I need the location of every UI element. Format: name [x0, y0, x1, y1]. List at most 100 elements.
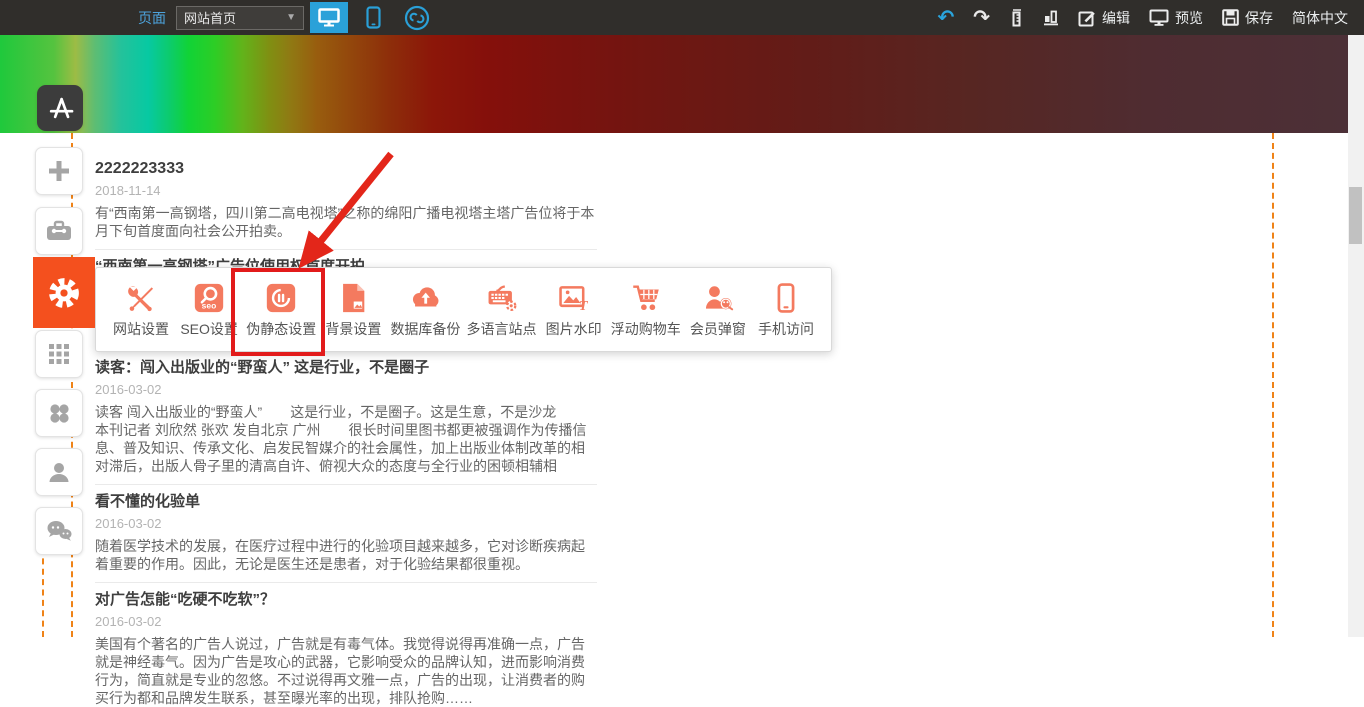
divider — [95, 249, 597, 250]
sidebar-item-user[interactable] — [35, 448, 83, 496]
news-list: 2222223333 2018-11-14 有“西南第一高钢塔，四川第二高电视塔… — [95, 133, 597, 707]
menu-item-pseudo-static-settings[interactable]: 伪静态设置 — [246, 281, 316, 339]
svg-text:T: T — [579, 298, 589, 314]
divider — [95, 484, 597, 485]
save-label: 保存 — [1245, 8, 1273, 28]
article-title[interactable]: 对广告怎能“吃硬不吃软”？ — [95, 591, 597, 608]
save-floppy-icon — [1222, 9, 1239, 26]
preview-button[interactable]: 预览 — [1149, 8, 1203, 28]
article-date: 2018-11-14 — [95, 183, 597, 198]
sidebar-item-messages[interactable] — [35, 507, 83, 555]
seo-search-icon: seo — [192, 281, 226, 315]
menu-item-label: SEO设置 — [180, 319, 238, 339]
menu-item-label: 伪静态设置 — [246, 319, 316, 339]
scrollbar-thumb[interactable] — [1349, 187, 1362, 244]
article-title[interactable]: 2222223333 — [95, 160, 597, 177]
article-summary: 有“西南第一高钢塔，四川第二高电视塔”之称的绵阳广播电视塔主塔广告位将于本月下旬… — [95, 204, 597, 240]
desktop-icon — [318, 8, 340, 27]
sidebar-item-add[interactable] — [35, 147, 83, 195]
menu-item-mobile-access[interactable]: 手机访问 — [755, 281, 817, 339]
tools-icon — [124, 281, 158, 315]
preview-label: 预览 — [1175, 8, 1203, 28]
mobile-view-button[interactable] — [354, 2, 392, 33]
undo-button[interactable]: ↶ — [937, 8, 954, 28]
layout-guide-left-inner — [42, 548, 44, 637]
menu-item-floating-cart[interactable]: 浮动购物车 — [611, 281, 681, 339]
edit-pencil-icon — [1078, 9, 1096, 27]
ruler-button[interactable] — [1009, 9, 1024, 27]
user-icon — [45, 458, 73, 486]
desktop-view-button[interactable] — [310, 2, 348, 33]
cart-icon — [629, 281, 663, 315]
menu-item-label: 背景设置 — [325, 319, 381, 339]
messages-chat-icon — [44, 518, 74, 544]
article: 对广告怎能“吃硬不吃软”？ 2016-03-02 美国有个著名的广告人说过，广告… — [95, 591, 597, 707]
edit-label: 编辑 — [1102, 8, 1130, 28]
menu-item-label: 多语言站点 — [467, 319, 537, 339]
sidebar-item-components[interactable] — [35, 389, 83, 437]
language-switcher[interactable]: 简体中文 — [1292, 8, 1348, 28]
article: 2222223333 2018-11-14 有“西南第一高钢塔，四川第二高电视塔… — [95, 160, 597, 250]
menu-item-label: 手机访问 — [758, 319, 814, 339]
menu-item-multilanguage-site[interactable]: 多语言站点 — [467, 281, 537, 339]
sidebar-item-app-logo[interactable] — [37, 85, 83, 131]
components-clover-icon — [46, 400, 73, 427]
link-icon — [403, 4, 431, 32]
save-button[interactable]: 保存 — [1222, 8, 1273, 28]
sidebar-item-settings[interactable] — [33, 257, 95, 328]
link-button[interactable] — [398, 2, 436, 33]
article-date: 2016-03-02 — [95, 516, 597, 531]
image-watermark-icon: T — [557, 281, 591, 315]
top-toolbar: 页面 网站首页 ▼ ↶ — [0, 0, 1364, 35]
mobile-icon — [366, 6, 381, 29]
ruler-icon — [1009, 9, 1024, 27]
mobile-access-icon — [769, 281, 803, 315]
menu-item-site-settings[interactable]: 网站设置 — [110, 281, 172, 339]
menu-item-label: 浮动购物车 — [611, 319, 681, 339]
cloud-backup-icon — [408, 281, 442, 315]
page-select[interactable]: 网站首页 ▼ — [176, 6, 304, 30]
member-popup-icon — [701, 281, 735, 315]
article-summary: 读客 闯入出版业的“野蛮人” 这是行业，不是圈子。这是生意，不是沙龙 本刊记者 … — [95, 403, 597, 475]
menu-item-database-backup[interactable]: 数据库备份 — [390, 281, 460, 339]
layout-guide-right — [1272, 133, 1274, 637]
toolbox-icon — [45, 219, 73, 243]
sidebar-item-modules[interactable] — [35, 330, 83, 378]
pseudo-static-icon — [264, 281, 298, 315]
language-label: 简体中文 — [1292, 8, 1348, 28]
background-page-icon — [336, 281, 370, 315]
svg-text:seo: seo — [202, 300, 217, 310]
article: 读客：闯入出版业的“野蛮人” 这是行业，不是圈子 2016-03-02 读客 闯… — [95, 359, 597, 485]
redo-button[interactable]: ↷ — [973, 8, 990, 28]
page-select-value: 网站首页 — [184, 8, 286, 27]
menu-item-label: 网站设置 — [113, 319, 169, 339]
sidebar-item-toolbox[interactable] — [35, 207, 83, 255]
undo-arrow-icon: ↶ — [937, 8, 954, 28]
article-date: 2016-03-02 — [95, 614, 597, 629]
scrollbar-track[interactable] — [1348, 35, 1364, 637]
article: 看不懂的化验单 2016-03-02 随着医学技术的发展，在医疗过程中进行的化验… — [95, 493, 597, 583]
menu-item-label: 图片水印 — [546, 319, 602, 339]
modules-grid-icon — [46, 341, 72, 367]
menu-item-member-popup[interactable]: 会员弹窗 — [687, 281, 749, 339]
menu-item-label: 数据库备份 — [390, 319, 460, 339]
article-date: 2016-03-02 — [95, 382, 597, 397]
menu-item-image-watermark[interactable]: T 图片水印 — [543, 281, 605, 339]
article-title[interactable]: 看不懂的化验单 — [95, 493, 597, 510]
article-summary: 随着医学技术的发展，在医疗过程中进行的化验项目越来越多，它对诊断疾病起着重要的作… — [95, 537, 597, 573]
divider — [95, 582, 597, 583]
edit-button[interactable]: 编辑 — [1078, 8, 1130, 28]
redo-arrow-icon: ↷ — [973, 8, 990, 28]
menu-item-background-settings[interactable]: 背景设置 — [322, 281, 384, 339]
menu-item-seo-settings[interactable]: seo SEO设置 — [178, 281, 240, 339]
settings-gear-icon — [45, 274, 83, 312]
header-banner-image — [0, 35, 1348, 133]
menu-item-label: 会员弹窗 — [690, 319, 746, 339]
bar-chart-icon — [1043, 9, 1059, 26]
add-plus-icon — [46, 158, 72, 184]
article-title[interactable]: 读客：闯入出版业的“野蛮人” 这是行业，不是圈子 — [95, 359, 597, 376]
page-label: 页面 — [138, 8, 166, 28]
settings-popup-menu: 网站设置 seo SEO设置 伪静态设置 背景设置 — [95, 267, 832, 352]
keyboard-language-icon — [485, 281, 519, 315]
stats-button[interactable] — [1043, 9, 1059, 26]
